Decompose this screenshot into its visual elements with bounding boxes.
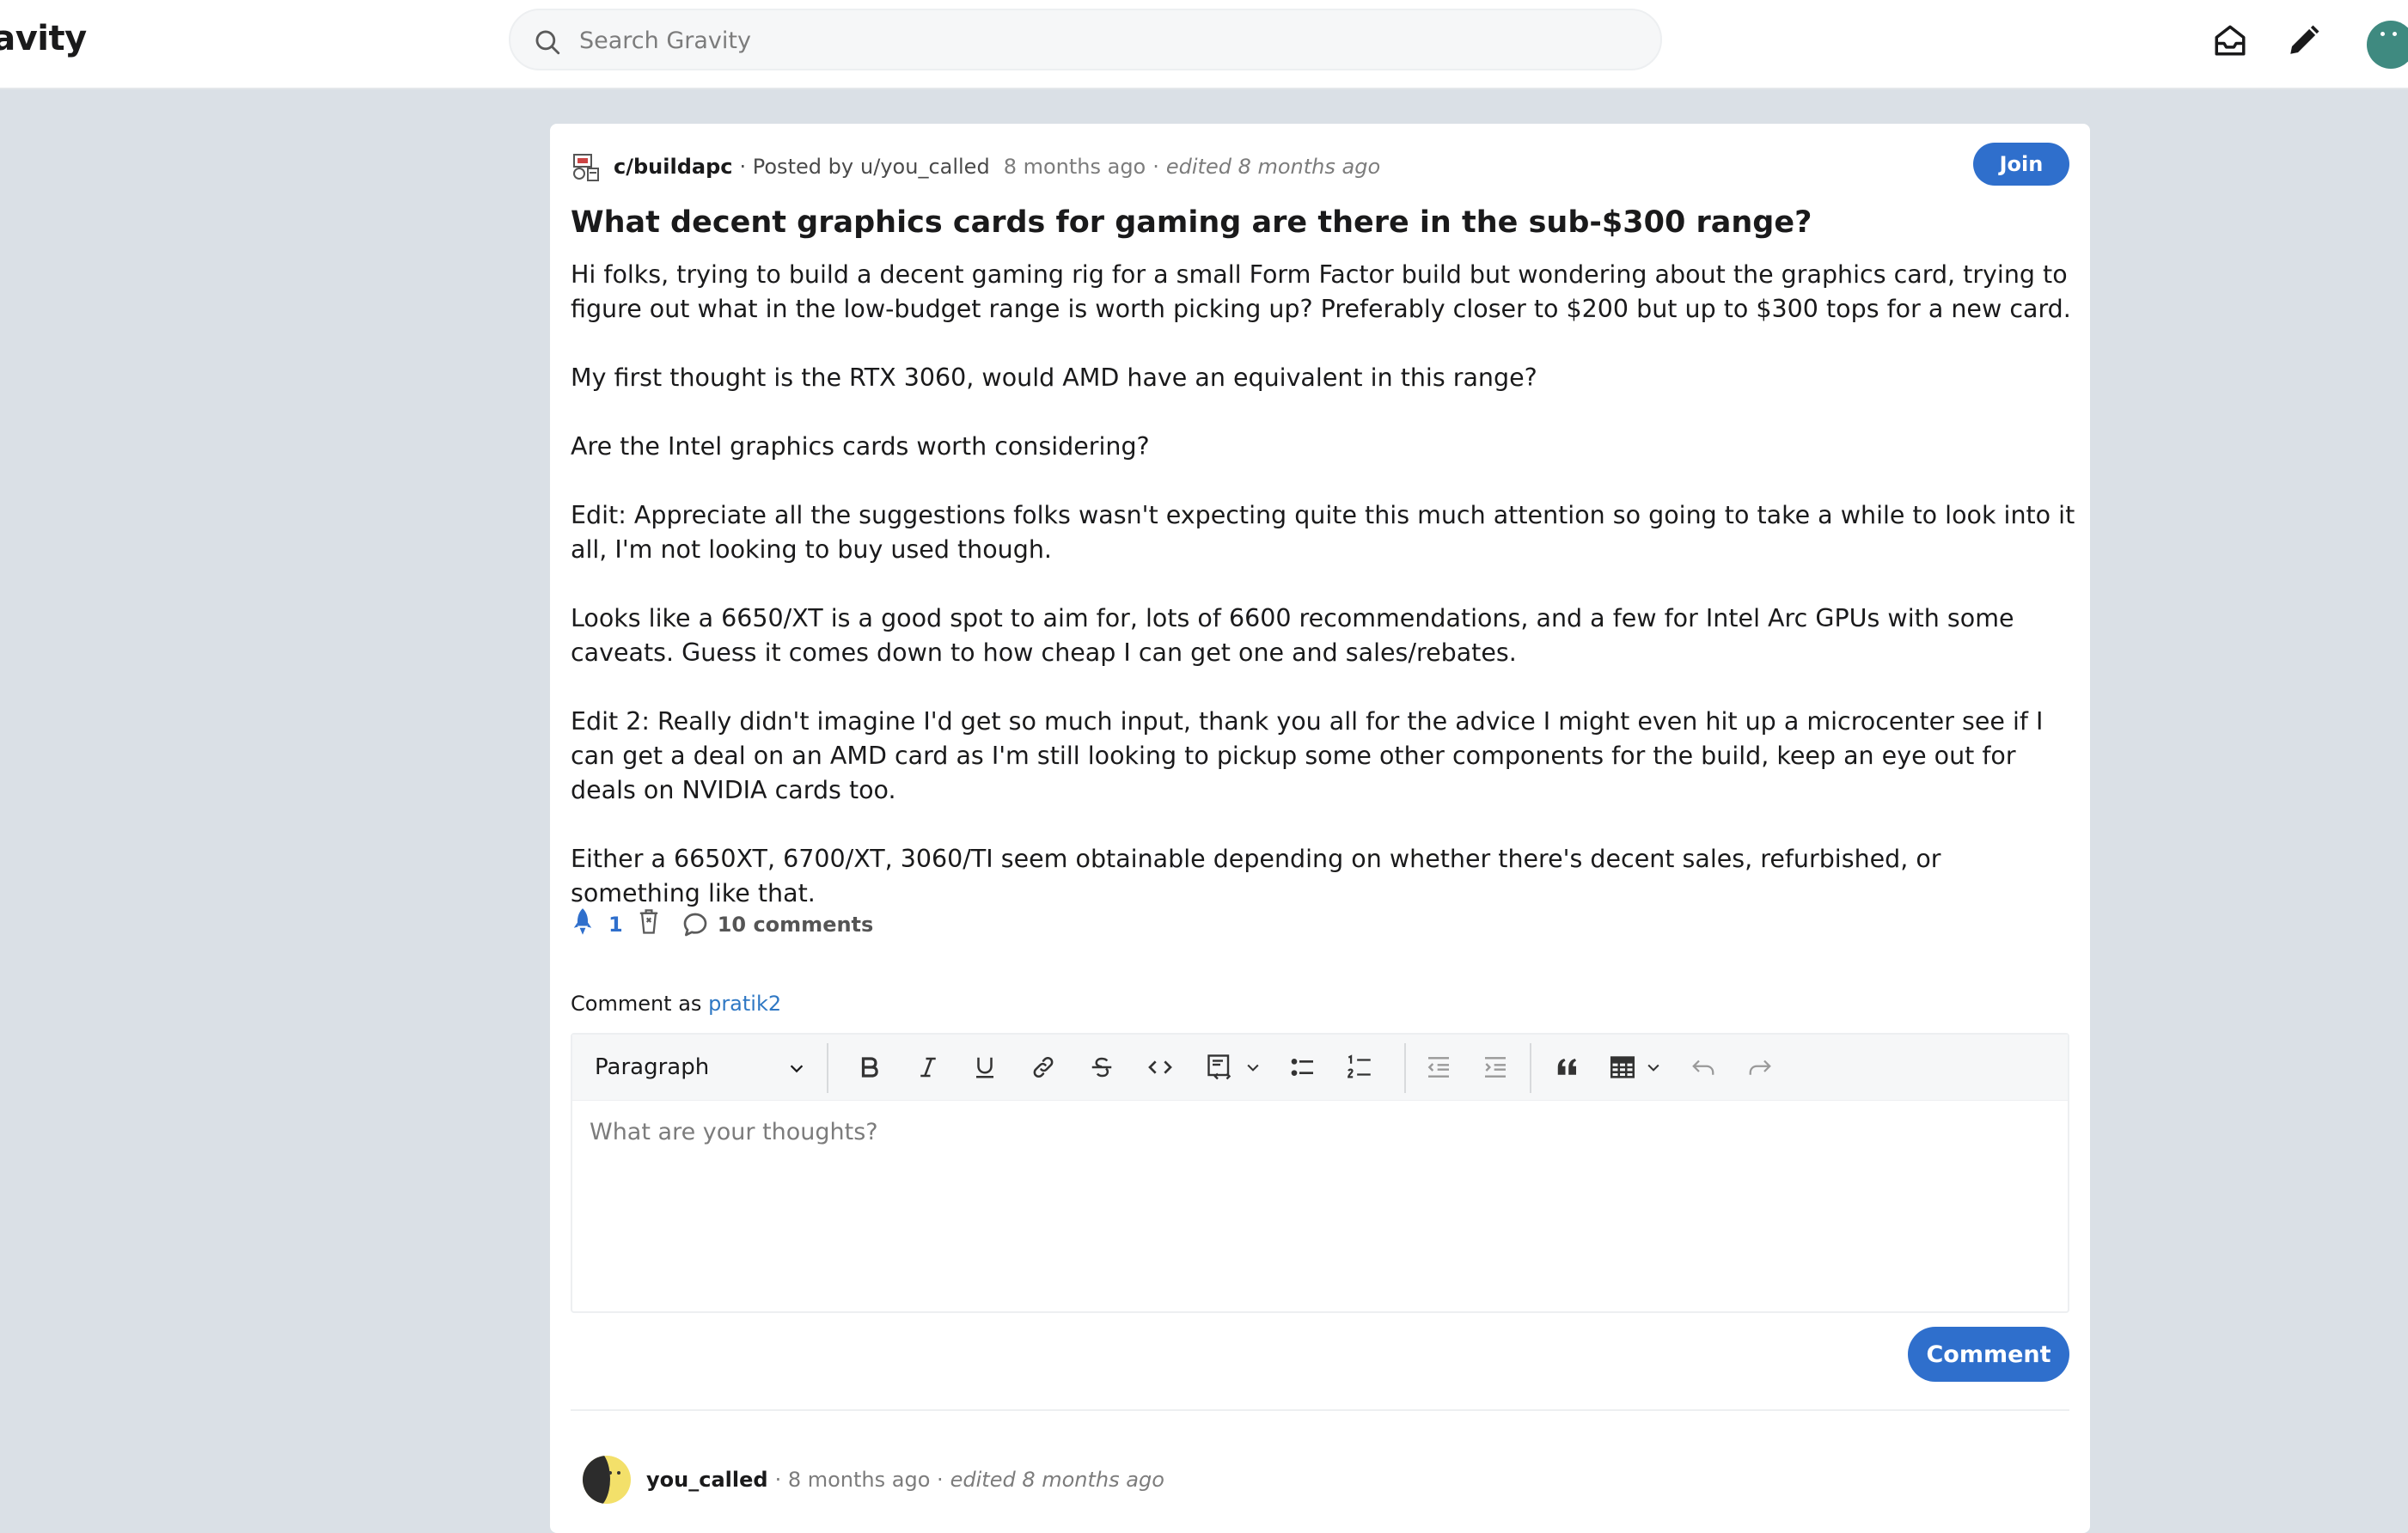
- comment-author[interactable]: you_called: [646, 1468, 768, 1492]
- toolbar-divider: [1404, 1043, 1406, 1093]
- undo-icon[interactable]: [1683, 1050, 1724, 1084]
- table-icon[interactable]: [1602, 1050, 1643, 1084]
- upvote-rocket-icon[interactable]: [571, 907, 595, 942]
- comments-link[interactable]: 10 comments: [681, 911, 874, 938]
- post-paragraph: Edit: Appreciate all the suggestions fol…: [571, 501, 2075, 564]
- section-divider: [571, 1409, 2069, 1411]
- user-avatar[interactable]: [2367, 21, 2408, 69]
- numbered-list-icon[interactable]: [1339, 1050, 1380, 1084]
- comment-bubble-icon: [683, 913, 707, 937]
- post-actions: 1 10 comments: [571, 907, 873, 942]
- brand-logo-text[interactable]: ravity: [0, 19, 87, 58]
- post-meta: c/buildapc · Posted by u/you_called 8 mo…: [571, 150, 2069, 184]
- block-format-value: Paragraph: [595, 1054, 710, 1080]
- search-bar[interactable]: [509, 9, 1662, 70]
- commenter-avatar[interactable]: [583, 1456, 631, 1504]
- post-body: Hi folks, trying to build a decent gamin…: [571, 258, 2076, 945]
- downvote-icon[interactable]: [637, 907, 661, 942]
- post-paragraph: Are the Intel graphics cards worth consi…: [571, 432, 1150, 461]
- italic-icon[interactable]: [908, 1050, 949, 1084]
- join-button[interactable]: Join: [1973, 143, 2069, 186]
- post-paragraph: Edit 2: Really didn't imagine I'd get so…: [571, 707, 2044, 804]
- post-paragraph: Either a 6650XT, 6700/XT, 3060/TI seem o…: [571, 845, 1941, 907]
- editor-toolbar: Paragraph: [572, 1035, 2068, 1101]
- search-input[interactable]: [578, 21, 1629, 60]
- edited-label: edited 8 months ago: [1165, 155, 1381, 179]
- toolbar-spacer-2: [2092, 1050, 2093, 1084]
- code-block-icon[interactable]: [1201, 1050, 1239, 1084]
- inbox-icon[interactable]: [2212, 22, 2248, 62]
- community-icon[interactable]: [571, 150, 602, 184]
- strikethrough-icon[interactable]: [1081, 1050, 1122, 1084]
- posted-by-label: · Posted by: [739, 155, 854, 179]
- toolbar-divider: [1530, 1043, 1531, 1093]
- outdent-icon[interactable]: [1418, 1050, 1459, 1084]
- toolbar-divider: [827, 1043, 828, 1093]
- comment-as-username[interactable]: pratik2: [708, 992, 781, 1016]
- comment-header: you_called · 8 months ago · edited 8 mon…: [583, 1454, 1164, 1506]
- top-navigation-bar: ravity: [0, 0, 2408, 89]
- comment-textarea[interactable]: [588, 1117, 2052, 1296]
- search-icon: [535, 30, 560, 55]
- post-title[interactable]: What decent graphics cards for gaming ar…: [571, 201, 2066, 244]
- chevron-down-icon[interactable]: [1641, 1050, 1665, 1084]
- indent-icon[interactable]: [1475, 1050, 1516, 1084]
- post-card: c/buildapc · Posted by u/you_called 8 mo…: [550, 124, 2090, 1533]
- comment-submit-button[interactable]: Comment: [1908, 1327, 2069, 1382]
- community-name[interactable]: c/buildapc: [614, 155, 733, 179]
- comments-count-label: 10 comments: [717, 913, 874, 937]
- link-icon[interactable]: [1023, 1050, 1064, 1084]
- comment-edited-label: edited 8 months ago: [950, 1468, 1164, 1492]
- blockquote-icon[interactable]: [1547, 1050, 1588, 1084]
- block-format-select[interactable]: Paragraph: [595, 1048, 818, 1086]
- post-paragraph: Looks like a 6650/XT is a good spot to a…: [571, 604, 2014, 667]
- bulleted-list-icon[interactable]: [1282, 1050, 1323, 1084]
- edited-separator: ·: [1152, 155, 1159, 179]
- redo-icon[interactable]: [1739, 1050, 1781, 1084]
- post-time: 8 months ago: [1003, 155, 1146, 179]
- underline-icon[interactable]: [964, 1050, 1005, 1084]
- post-paragraph: Hi folks, trying to build a decent gamin…: [571, 260, 2071, 323]
- comment-time: · 8 months ago ·: [774, 1468, 944, 1492]
- comment-as-line: Comment as pratik2: [571, 992, 781, 1016]
- code-icon[interactable]: [1138, 1050, 1183, 1084]
- chevron-down-icon[interactable]: [1241, 1050, 1265, 1084]
- post-author[interactable]: u/you_called: [860, 155, 990, 179]
- create-post-pencil-icon[interactable]: [2286, 22, 2322, 62]
- comment-as-label: Comment as: [571, 992, 702, 1016]
- post-paragraph: My first thought is the RTX 3060, would …: [571, 363, 1537, 392]
- chevron-down-icon: [790, 1065, 804, 1073]
- vote-count: 1: [608, 913, 623, 937]
- comment-editor: Paragraph: [571, 1033, 2069, 1313]
- bold-icon[interactable]: [849, 1050, 890, 1084]
